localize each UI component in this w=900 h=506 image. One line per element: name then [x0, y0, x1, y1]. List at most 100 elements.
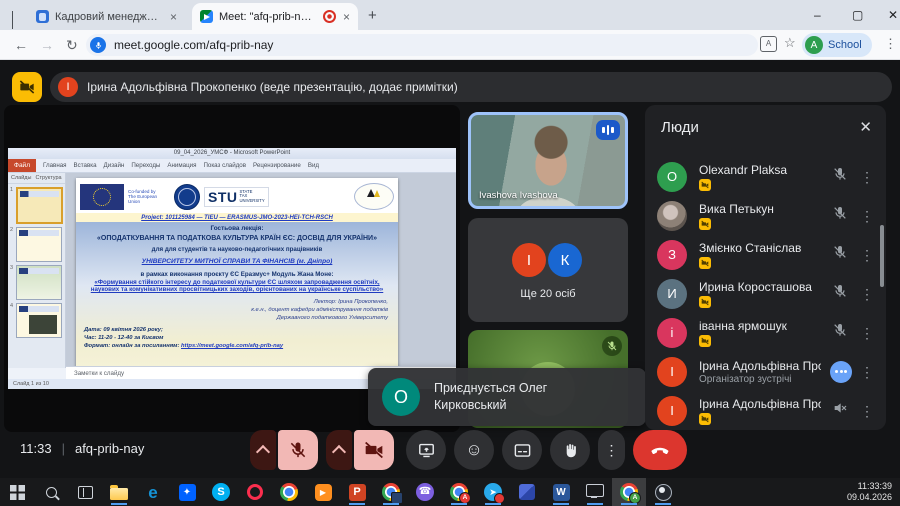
audio-off-icon[interactable]: [832, 400, 848, 421]
tray-date: 09.04.2026: [847, 492, 892, 503]
ribbon-tab[interactable]: Показ слайдов: [203, 162, 246, 169]
slide-thumbnail-4[interactable]: [16, 303, 62, 338]
university-emblem-logo: [174, 184, 200, 210]
forward-button[interactable]: →: [40, 37, 54, 53]
mic-toggle-button-muted[interactable]: [278, 430, 318, 470]
slide-thumbnail-1[interactable]: [16, 187, 63, 224]
telegram-icon[interactable]: ➤: [476, 478, 510, 506]
taskbar-clock[interactable]: 11:33:39 09.04.2026: [847, 481, 900, 504]
window-minimize-button[interactable]: –: [814, 8, 821, 22]
bookmark-star-icon[interactable]: ☆: [784, 35, 796, 51]
current-slide: Co-funded by The European Union STU STAT…: [76, 178, 398, 374]
present-screen-button[interactable]: [406, 430, 446, 470]
profile-chip[interactable]: A School: [802, 33, 872, 57]
profile-avatar: A: [805, 36, 823, 54]
tab-kadroviy[interactable]: Кадровий менеджмент в пуб… ×: [28, 3, 188, 30]
camera-toggle-button-off[interactable]: [354, 430, 394, 470]
ribbon-tab[interactable]: Вид: [308, 162, 319, 169]
slide-thumbnail-panel: Слайды Структура 1 2 3 4: [8, 173, 66, 368]
back-button[interactable]: ←: [14, 37, 28, 53]
camera-options-chevron[interactable]: [326, 430, 352, 470]
people-panel-title: Люди: [661, 119, 699, 136]
display-app-icon[interactable]: [578, 478, 612, 506]
people-panel-scrollbar[interactable]: [880, 225, 884, 287]
audience-line: для для студентів та науково-педагогічни…: [76, 246, 398, 253]
chrome-profile-green-icon[interactable]: A: [612, 478, 646, 506]
speaking-indicator-icon: [830, 361, 852, 383]
ribbon-tab[interactable]: Рецензирование: [253, 162, 301, 169]
chrome-icon[interactable]: [272, 478, 306, 506]
more-participants-tile[interactable]: І К Ще 20 осіб: [468, 218, 628, 322]
avatar: І: [657, 396, 687, 426]
mic-off-icon[interactable]: [832, 244, 848, 265]
ribbon-tab[interactable]: Главная: [43, 162, 67, 169]
tab2-close-icon[interactable]: ×: [343, 11, 350, 23]
people-panel-close-icon[interactable]: ✕: [859, 118, 872, 136]
window-close-button[interactable]: ✕: [888, 8, 898, 22]
file-explorer-icon[interactable]: [102, 478, 136, 506]
site-mic-permission-icon[interactable]: [90, 37, 106, 53]
panel-tab-outline[interactable]: Структура: [35, 175, 61, 181]
browser-menu-icon[interactable]: ⋮: [884, 36, 897, 52]
obs-icon[interactable]: [646, 478, 680, 506]
task-view-icon[interactable]: [68, 478, 102, 506]
cofunded-text: Co-funded by The European Union: [128, 189, 170, 205]
chrome-shortcut-icon[interactable]: [374, 478, 408, 506]
video-tile-speaker[interactable]: Ivashova Ivashova: [468, 112, 628, 209]
tab-search-chevron-icon[interactable]: [12, 11, 13, 29]
participant-menu-icon[interactable]: ⋮: [860, 326, 874, 340]
tab1-close-icon[interactable]: ×: [170, 11, 177, 23]
reload-button[interactable]: ↻: [66, 37, 78, 54]
ribbon-tab-file[interactable]: Файл: [8, 159, 36, 172]
dropbox-icon[interactable]: ✦: [170, 478, 204, 506]
join-toast: О Приєднується Олег Кирковський: [368, 368, 646, 426]
more-options-button[interactable]: ⋮: [598, 430, 625, 470]
mic-off-icon[interactable]: [832, 205, 848, 226]
participant-menu-icon[interactable]: ⋮: [860, 365, 874, 379]
chrome-profile-red-icon[interactable]: A: [442, 478, 476, 506]
ribbon-tab[interactable]: Дизайн: [104, 162, 125, 169]
presentation-off-button[interactable]: [12, 72, 42, 102]
participant-row: И Ирина Коросташова ⋮: [645, 274, 886, 313]
participant-menu-icon[interactable]: ⋮: [860, 287, 874, 301]
participant-menu-icon[interactable]: ⋮: [860, 248, 874, 262]
ribbon-tab[interactable]: Переходы: [131, 162, 160, 169]
ribbon-tab[interactable]: Вставка: [74, 162, 97, 169]
end-call-button[interactable]: [633, 430, 687, 470]
mic-off-icon[interactable]: [832, 166, 848, 187]
word-icon[interactable]: W: [544, 478, 578, 506]
edge-icon[interactable]: e: [136, 478, 170, 506]
participant-menu-icon[interactable]: ⋮: [860, 209, 874, 223]
start-button-icon[interactable]: [0, 478, 34, 506]
window-maximize-button[interactable]: ▢: [852, 8, 863, 22]
participant-row: O Olexandr Plaksa ⋮: [645, 157, 886, 196]
blue-box-app-icon[interactable]: [510, 478, 544, 506]
meeting-clock: 11:33: [20, 441, 52, 456]
panel-tab-slides[interactable]: Слайды: [11, 175, 31, 181]
raise-hand-button[interactable]: [550, 430, 590, 470]
avatar: З: [657, 240, 687, 270]
translate-icon[interactable]: A: [760, 36, 777, 52]
captions-button[interactable]: [502, 430, 542, 470]
no-video-badge-icon: [699, 296, 711, 308]
slide-thumbnail-2[interactable]: [16, 227, 62, 262]
powerpoint-icon[interactable]: P: [340, 478, 374, 506]
search-icon[interactable]: [34, 478, 68, 506]
participant-menu-icon[interactable]: ⋮: [860, 170, 874, 184]
slide-thumbnail-3[interactable]: [16, 265, 62, 300]
new-tab-button[interactable]: +: [368, 7, 377, 24]
address-bar[interactable]: meet.google.com/afq-prib-nay: [86, 34, 758, 56]
ribbon-tab[interactable]: Анимация: [167, 162, 196, 169]
viber-icon[interactable]: ☎: [408, 478, 442, 506]
tab-meet[interactable]: Meet: "afq-prib-nay" ×: [192, 3, 358, 30]
mic-options-chevron[interactable]: [250, 430, 276, 470]
skype-icon[interactable]: S: [204, 478, 238, 506]
emoji-reaction-button[interactable]: ☺: [454, 430, 494, 470]
media-player-icon[interactable]: ▶: [306, 478, 340, 506]
mic-off-icon[interactable]: [832, 322, 848, 343]
opera-icon[interactable]: [238, 478, 272, 506]
powerpoint-title-bar: 09_04_2026_УМСФ - Microsoft PowerPoint: [8, 148, 456, 159]
call-controls: ☺ ⋮: [250, 430, 687, 470]
participant-menu-icon[interactable]: ⋮: [860, 404, 874, 418]
mic-off-icon[interactable]: [832, 283, 848, 304]
